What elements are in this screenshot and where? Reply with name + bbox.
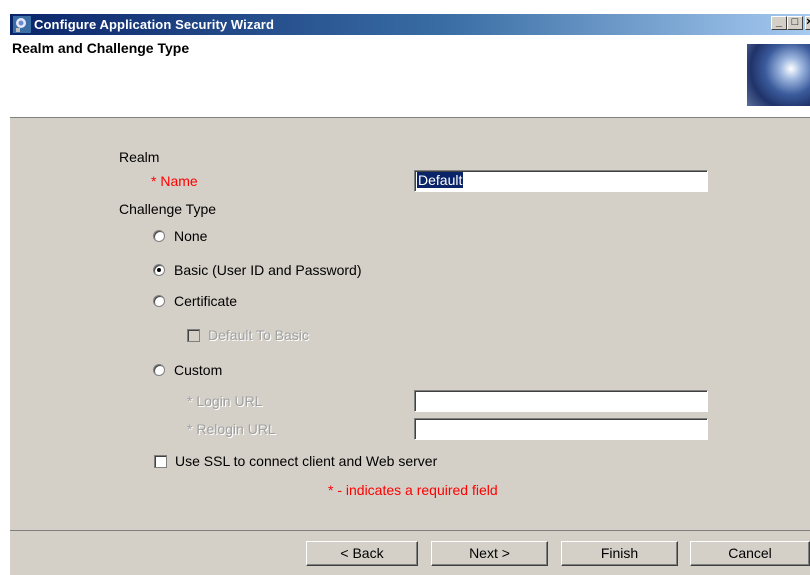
radio-none[interactable] xyxy=(153,230,165,242)
name-input[interactable]: Default xyxy=(414,170,708,192)
default-to-basic-checkbox[interactable] xyxy=(187,329,200,342)
required-field-note: * - indicates a required field xyxy=(328,482,498,498)
radio-basic[interactable] xyxy=(153,264,165,276)
realm-label: Realm xyxy=(119,149,160,165)
wizard-footer: < Back Next > Finish Cancel xyxy=(10,530,810,575)
next-button[interactable]: Next > xyxy=(431,541,548,566)
page-title: Realm and Challenge Type xyxy=(12,40,190,56)
radio-certificate[interactable] xyxy=(153,295,165,307)
maximize-icon: □ xyxy=(791,16,799,28)
radio-selected-dot xyxy=(157,268,161,272)
back-button[interactable]: < Back xyxy=(306,541,418,566)
maximize-button[interactable]: □ xyxy=(787,16,803,30)
wizard-content: Realm * Name Default Challenge Type None… xyxy=(10,117,810,530)
close-icon: × xyxy=(806,17,810,28)
finish-button[interactable]: Finish xyxy=(561,541,678,566)
name-label: * Name xyxy=(151,173,198,189)
close-button[interactable]: × xyxy=(805,16,810,30)
radio-none-label: None xyxy=(174,228,208,244)
radio-custom[interactable] xyxy=(153,364,165,376)
default-to-basic-label: Default To Basic xyxy=(208,327,309,343)
cancel-button[interactable]: Cancel xyxy=(690,541,810,566)
window-titlebar[interactable]: Configure Application Security Wizard _ … xyxy=(10,14,810,35)
use-ssl-label: Use SSL to connect client and Web server xyxy=(175,453,438,469)
wizard-header: Realm and Challenge Type xyxy=(10,35,810,117)
window-title: Configure Application Security Wizard xyxy=(34,17,275,32)
radio-certificate-label: Certificate xyxy=(174,293,238,309)
radio-basic-label: Basic (User ID and Password) xyxy=(174,262,362,278)
relogin-url-input[interactable] xyxy=(414,418,708,440)
wizard-banner-icon xyxy=(747,44,810,106)
name-input-value: Default xyxy=(417,172,464,188)
challenge-type-label: Challenge Type xyxy=(119,201,217,217)
radio-custom-label: Custom xyxy=(174,362,223,378)
minimize-icon: _ xyxy=(775,16,783,28)
login-url-label: * Login URL xyxy=(187,393,263,409)
minimize-button[interactable]: _ xyxy=(771,16,787,30)
wizard-app-icon xyxy=(13,16,31,33)
use-ssl-checkbox[interactable] xyxy=(154,455,167,468)
relogin-url-label: * Relogin URL xyxy=(187,421,276,437)
login-url-input[interactable] xyxy=(414,390,708,412)
